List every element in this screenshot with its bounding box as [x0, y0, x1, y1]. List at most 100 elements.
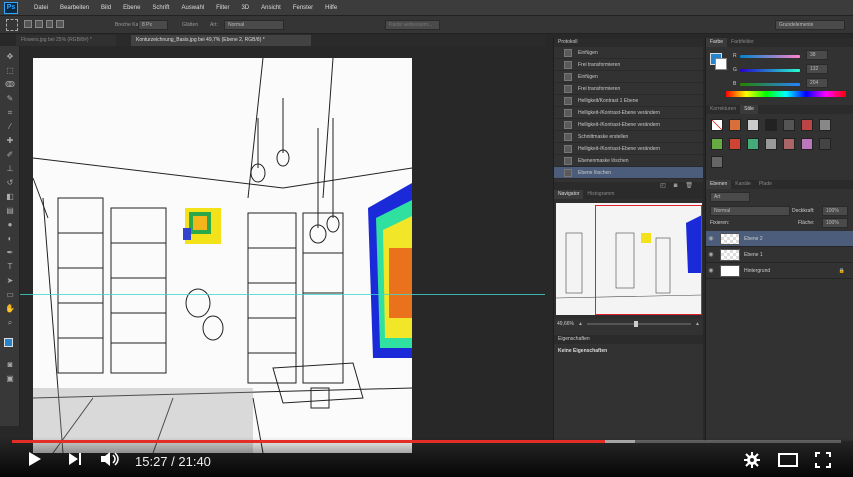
camera-icon[interactable]: ◙ [674, 182, 678, 190]
tab-color[interactable]: Farbe [706, 38, 728, 47]
quick-select-icon[interactable]: ✎ [5, 94, 15, 104]
tab-navigator[interactable]: Navigator [554, 190, 584, 199]
history-panel-title[interactable]: Protokoll [554, 38, 703, 47]
tab-styles[interactable]: Stile [740, 105, 758, 114]
progress-played[interactable] [12, 440, 605, 443]
history-brush-icon[interactable]: ↺ [5, 178, 15, 188]
zoom-slider[interactable] [586, 321, 692, 327]
stamp-icon[interactable]: ⊥ [5, 164, 15, 174]
style-swatch[interactable] [729, 119, 741, 131]
history-item[interactable]: Helligkeit-/Kontrast-Ebene verändern [554, 107, 703, 119]
pen-icon[interactable]: ✒ [5, 248, 15, 258]
zoom-value[interactable]: 49,66% [557, 321, 574, 327]
opacity-field[interactable]: 100% [822, 206, 848, 216]
marquee-icon[interactable]: ⬚ [5, 66, 15, 76]
style-swatch[interactable] [711, 156, 723, 169]
zoom-slider-handle[interactable] [633, 321, 638, 327]
theater-mode-icon[interactable] [778, 453, 798, 469]
r-value-field[interactable]: 38 [806, 50, 828, 60]
menu-hilfe[interactable]: Hilfe [319, 0, 343, 16]
style-select[interactable]: Normal [224, 20, 284, 30]
eraser-icon[interactable]: ◧ [5, 192, 15, 202]
brush-icon[interactable]: ✐ [5, 150, 15, 160]
tab-adjustments[interactable]: Korrekturen [706, 105, 740, 114]
refine-edge-button[interactable]: Kante verbessern... [385, 20, 440, 30]
menu-ebene[interactable]: Ebene [117, 0, 146, 16]
history-item[interactable]: Ebenenmaske löschen [554, 155, 703, 167]
menu-filter[interactable]: Filter [210, 0, 235, 16]
smooth-checkbox-label[interactable]: Glätten [182, 20, 198, 30]
tab-swatches[interactable]: Farbfelder [727, 38, 758, 47]
history-item[interactable]: Helligkeit-/Kontrast-Ebene verändern [554, 119, 703, 131]
tab-flowers[interactable]: Flowers.jpg bei 25% (RGB/8#) * [16, 35, 116, 46]
fill-field[interactable]: 100% [822, 218, 848, 228]
dodge-icon[interactable]: ◐ [5, 234, 15, 244]
play-icon[interactable] [28, 451, 42, 469]
volume-icon[interactable] [100, 451, 122, 469]
cyan-guide-line[interactable] [20, 294, 545, 295]
move-tool-icon[interactable]: ✥ [5, 52, 15, 62]
history-item[interactable]: Einfügen [554, 47, 703, 59]
marquee-tool-icon[interactable] [6, 19, 18, 31]
menu-schrift[interactable]: Schrift [146, 0, 175, 16]
style-swatch[interactable] [765, 137, 777, 150]
eye-icon[interactable]: ◉ [706, 267, 716, 274]
screen-mode-icon[interactable]: ▣ [5, 374, 15, 384]
history-item[interactable]: Frei transformieren [554, 83, 703, 95]
zoom-in-icon[interactable]: ▲ [695, 321, 700, 327]
navigator-view-box[interactable] [595, 205, 702, 315]
style-swatch[interactable] [801, 119, 813, 131]
tab-layers[interactable]: Ebenen [706, 180, 732, 189]
document-canvas[interactable] [33, 58, 412, 453]
blur-icon[interactable]: ● [5, 220, 15, 230]
type-icon[interactable]: T [5, 262, 15, 272]
quick-mask-icon[interactable]: ◙ [5, 360, 15, 370]
history-item[interactable]: Schnittmaske erstellen [554, 131, 703, 143]
style-swatch[interactable] [783, 119, 795, 131]
eye-icon[interactable]: ◉ [706, 251, 716, 258]
style-swatch[interactable] [765, 119, 777, 131]
history-item[interactable]: Einfügen [554, 71, 703, 83]
tab-konturzeichnung[interactable]: Konturzeichnung_Basis.jpg bei 49,7% (Ebe… [131, 35, 311, 46]
menu-datei[interactable]: Datei [28, 0, 54, 16]
brush-width-field[interactable]: 8 Px [138, 20, 168, 30]
eyedropper-icon[interactable]: ⁄ [5, 122, 15, 132]
history-item[interactable]: Helligkeit/Kontrast 1 Ebene [554, 95, 703, 107]
history-item[interactable]: Helligkeit-/Kontrast-Ebene verändern [554, 143, 703, 155]
tab-paths[interactable]: Pfade [755, 180, 776, 189]
style-swatch[interactable] [819, 119, 831, 131]
layer-row-ebene-2[interactable]: ◉ Ebene 2 [706, 231, 853, 247]
history-item-selected[interactable]: Ebene löschen [554, 167, 703, 179]
hand-icon[interactable]: ✋ [5, 304, 15, 314]
color-background-swatch[interactable] [715, 58, 727, 70]
zoom-out-icon[interactable]: ▲ [578, 321, 583, 327]
style-swatch[interactable] [747, 119, 759, 131]
layer-row-hintergrund[interactable]: ◉ Hintergrund 🔒 [706, 263, 853, 279]
layer-filter-select[interactable]: Art [710, 192, 750, 202]
menu-auswahl[interactable]: Auswahl [175, 0, 210, 16]
layer-row-ebene-1[interactable]: ◉ Ebene 1 [706, 247, 853, 263]
menu-ansicht[interactable]: Ansicht [255, 0, 287, 16]
gradient-icon[interactable]: ▤ [5, 206, 15, 216]
style-swatch[interactable] [711, 119, 723, 131]
lasso-icon[interactable]: ↂ [5, 80, 15, 90]
style-swatch[interactable] [819, 137, 831, 150]
blend-mode-select[interactable]: Normal [710, 206, 790, 216]
menu-bearbeiten[interactable]: Bearbeiten [54, 0, 95, 16]
style-swatch[interactable] [747, 137, 759, 150]
next-icon[interactable] [68, 452, 82, 468]
healing-icon[interactable]: ✚ [5, 136, 15, 146]
tab-channels[interactable]: Kanäle [731, 180, 755, 189]
trash-icon[interactable]: 🗑 [685, 182, 693, 190]
b-value-field[interactable]: 204 [806, 78, 828, 88]
fullscreen-icon[interactable] [815, 452, 831, 470]
shape-icon[interactable]: ▭ [5, 290, 15, 300]
b-slider[interactable] [740, 83, 800, 86]
foreground-color-swatch[interactable] [4, 338, 13, 347]
g-value-field[interactable]: 132 [806, 64, 828, 74]
menu-bild[interactable]: Bild [95, 0, 117, 16]
zoom-icon[interactable]: ⌕ [5, 318, 15, 328]
color-spectrum-bar[interactable] [726, 91, 846, 97]
r-slider[interactable] [740, 55, 800, 58]
path-select-icon[interactable]: ➤ [5, 276, 15, 286]
